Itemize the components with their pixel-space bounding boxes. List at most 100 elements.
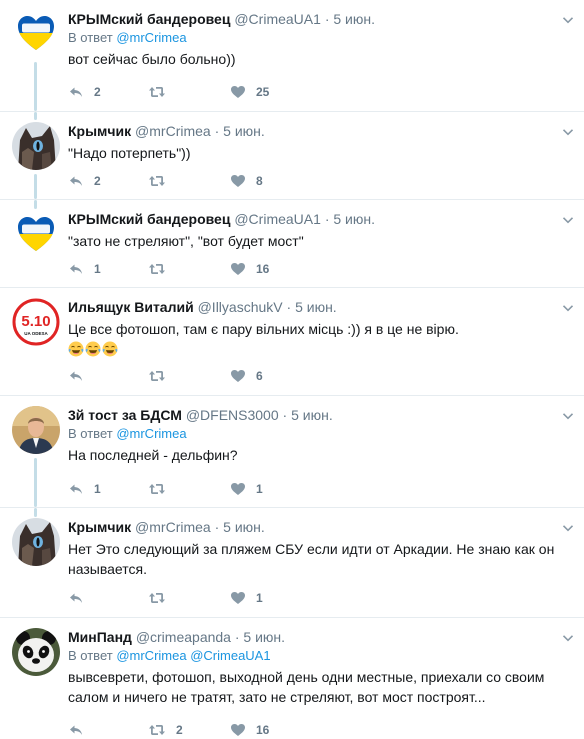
- avatar[interactable]: [12, 518, 60, 566]
- reply-count: 1: [94, 262, 101, 276]
- mention-link[interactable]: @CrimeaUA1: [190, 648, 270, 663]
- like-count: 16: [256, 723, 270, 737]
- retweet-icon: [148, 368, 166, 384]
- chevron-down-icon[interactable]: [562, 632, 574, 644]
- heart-icon: [230, 481, 246, 497]
- tweet[interactable]: Крымчик @mrCrimea · 5 июн. Нет Это следу…: [0, 508, 584, 617]
- timestamp[interactable]: 5 июн.: [223, 123, 265, 139]
- reply-button[interactable]: 2: [68, 84, 101, 100]
- avatar[interactable]: [12, 406, 60, 454]
- heart-icon: [230, 261, 246, 277]
- thread-line: [34, 62, 37, 111]
- user-handle[interactable]: @CrimeaUA1: [234, 211, 321, 227]
- mention-link[interactable]: @mrCrimea: [116, 426, 186, 441]
- tweet[interactable]: КРЫМский бандеровец @CrimeaUA1 · 5 июн. …: [0, 0, 584, 111]
- timestamp[interactable]: 5 июн.: [333, 11, 375, 27]
- reply-button[interactable]: [68, 722, 94, 738]
- like-button[interactable]: 1: [230, 590, 263, 606]
- display-name[interactable]: Крымчик: [68, 519, 131, 535]
- reply-button[interactable]: 1: [68, 261, 101, 277]
- krym-ukraina-logo: [12, 210, 60, 258]
- tweet-text: вот сейчас было больно)): [68, 51, 236, 67]
- user-handle[interactable]: @mrCrimea: [135, 123, 211, 139]
- like-button[interactable]: 25: [230, 84, 269, 100]
- like-count: 16: [256, 262, 270, 276]
- chevron-down-icon[interactable]: [562, 410, 574, 422]
- reply-context: В ответ @mrCrimea: [68, 426, 187, 441]
- like-count: 6: [256, 369, 263, 383]
- display-name[interactable]: КРЫМский бандеровец: [68, 11, 230, 27]
- user-handle[interactable]: @CrimeaUA1: [234, 11, 321, 27]
- avatar[interactable]: 5.10 UA ODESA: [12, 298, 60, 346]
- reply-button[interactable]: 1: [68, 481, 101, 497]
- chevron-down-icon[interactable]: [562, 14, 574, 26]
- chevron-down-icon[interactable]: [562, 214, 574, 226]
- chevron-down-icon[interactable]: [562, 522, 574, 534]
- tweet[interactable]: КРЫМский бандеровец @CrimeaUA1 · 5 июн. …: [0, 200, 584, 287]
- laughing-emoji-icon: [102, 341, 118, 357]
- tweet[interactable]: МинПанд @crimeapanda · 5 июн. В ответ @m…: [0, 618, 584, 739]
- retweet-button[interactable]: 2: [148, 722, 183, 738]
- display-name[interactable]: МинПанд: [68, 629, 132, 645]
- reply-button[interactable]: [68, 590, 94, 606]
- reply-icon: [68, 261, 84, 277]
- like-button[interactable]: 16: [230, 261, 269, 277]
- retweet-button[interactable]: [148, 590, 176, 606]
- chevron-down-icon[interactable]: [562, 302, 574, 314]
- avatar[interactable]: [12, 9, 60, 57]
- mention-link[interactable]: @mrCrimea: [116, 648, 186, 663]
- like-count: 1: [256, 591, 263, 605]
- tweet-text: вывсеврети, фотошоп, выходной день одни …: [68, 669, 545, 705]
- avatar[interactable]: [12, 628, 60, 676]
- display-name[interactable]: Ильящук Виталий: [68, 299, 194, 315]
- timestamp[interactable]: 5 июн.: [291, 407, 333, 423]
- like-count: 8: [256, 174, 263, 188]
- retweet-icon: [148, 173, 166, 189]
- like-button[interactable]: 8: [230, 173, 263, 189]
- avatar[interactable]: [12, 210, 60, 258]
- reply-icon: [68, 84, 84, 100]
- display-name[interactable]: 3й тост за БДСМ: [68, 407, 182, 423]
- user-handle[interactable]: @IllyaschukV: [198, 299, 283, 315]
- like-button[interactable]: 16: [230, 722, 269, 738]
- retweet-icon: [148, 261, 166, 277]
- display-name[interactable]: КРЫМский бандеровец: [68, 211, 230, 227]
- tweet-text: На последней - дельфин?: [68, 447, 238, 463]
- krym-ukraina-logo: [12, 9, 60, 57]
- reply-button[interactable]: [68, 368, 94, 384]
- reply-context: В ответ @mrCrimea @CrimeaUA1: [68, 648, 271, 663]
- user-handle[interactable]: @crimeapanda: [136, 629, 231, 645]
- laughing-emoji-icon: [85, 341, 101, 357]
- retweet-button[interactable]: [148, 481, 176, 497]
- avatar[interactable]: [12, 122, 60, 170]
- user-handle[interactable]: @mrCrimea: [135, 519, 211, 535]
- retweet-button[interactable]: [148, 173, 176, 189]
- heart-icon: [230, 590, 246, 606]
- chevron-down-icon[interactable]: [562, 126, 574, 138]
- timestamp[interactable]: 5 июн.: [295, 299, 337, 315]
- reply-count: 2: [94, 85, 101, 99]
- tweet[interactable]: 5.10 UA ODESA Ильящук Виталий @Illyaschu…: [0, 288, 584, 395]
- heart-icon: [230, 722, 246, 738]
- tweet[interactable]: Крымчик @mrCrimea · 5 июн. "Надо потерпе…: [0, 112, 584, 199]
- like-button[interactable]: 1: [230, 481, 263, 497]
- laughing-emoji-icon: [68, 341, 84, 357]
- mention-link[interactable]: @mrCrimea: [116, 30, 186, 45]
- timestamp[interactable]: 5 июн.: [223, 519, 265, 535]
- timestamp[interactable]: 5 июн.: [243, 629, 285, 645]
- retweet-button[interactable]: [148, 84, 176, 100]
- reply-button[interactable]: 2: [68, 173, 101, 189]
- tweet[interactable]: 3й тост за БДСМ @DFENS3000 · 5 июн. В от…: [0, 396, 584, 507]
- timestamp[interactable]: 5 июн.: [333, 211, 375, 227]
- retweet-icon: [148, 590, 166, 606]
- retweet-button[interactable]: [148, 368, 176, 384]
- display-name[interactable]: Крымчик: [68, 123, 131, 139]
- user-handle[interactable]: @DFENS3000: [186, 407, 279, 423]
- reply-icon: [68, 590, 84, 606]
- like-button[interactable]: 6: [230, 368, 263, 384]
- reply-count: 1: [94, 482, 101, 496]
- retweet-count: 2: [176, 723, 183, 737]
- reply-icon: [68, 368, 84, 384]
- like-count: 1: [256, 482, 263, 496]
- retweet-button[interactable]: [148, 261, 176, 277]
